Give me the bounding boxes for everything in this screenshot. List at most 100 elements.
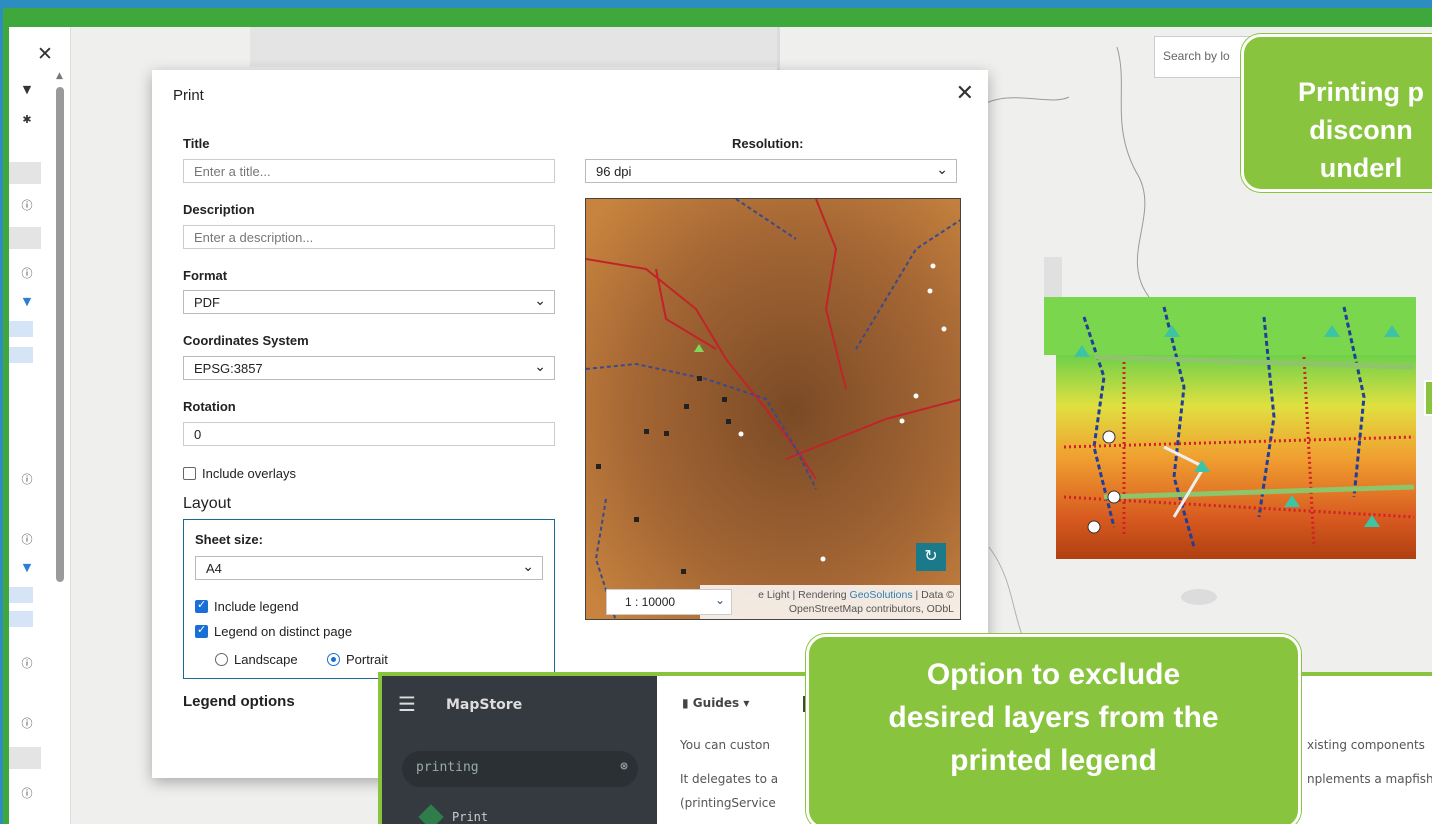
docs-search-value: printing — [416, 760, 479, 775]
guides-label: Guides ▾ — [692, 696, 750, 710]
docs-result-item[interactable]: Print — [418, 804, 489, 824]
docs-sidebar: ☰ MapStore printing ⊗ Print — [382, 676, 657, 824]
resolution-label: Resolution: — [732, 136, 804, 151]
toc-layer-selected[interactable] — [9, 347, 33, 363]
checkbox-box[interactable] — [195, 623, 208, 638]
filter-icon[interactable]: ▼ — [9, 295, 45, 308]
close-icon[interactable]: ✕ — [956, 80, 974, 106]
filter-icon[interactable]: ▼ — [9, 83, 45, 96]
portrait-label: Portrait — [346, 652, 388, 667]
checkbox-box[interactable] — [195, 598, 208, 613]
map-raster-layer — [1044, 297, 1416, 559]
landscape-radio[interactable]: Landscape — [215, 652, 298, 667]
rotation-label: Rotation — [183, 399, 236, 414]
docs-paragraph: It delegates to a — [680, 772, 779, 786]
class-icon — [418, 804, 444, 824]
toc-group-bar — [9, 227, 41, 249]
callout-bottom: Option to exclude desired layers from th… — [806, 634, 1301, 824]
scroll-up-icon[interactable]: ▲ — [56, 71, 63, 81]
crs-value: EPSG:3857 — [194, 361, 263, 376]
toc-layer-selected[interactable] — [9, 321, 33, 337]
docs-result-label: Print — [452, 810, 489, 824]
format-select[interactable]: PDF ⌄ — [183, 290, 555, 314]
chevron-down-icon: ⌄ — [534, 292, 546, 308]
docs-paragraph: nplements a mapfish — [1307, 772, 1432, 786]
include-legend-label: Include legend — [214, 599, 299, 614]
toc-layer-selected[interactable] — [9, 587, 33, 603]
chevron-down-icon: ⌄ — [522, 558, 534, 574]
info-icon[interactable]: ⓘ — [9, 265, 45, 281]
legend-distinct-page-checkbox[interactable]: Legend on distinct page — [195, 623, 353, 639]
hamburger-icon[interactable]: ☰ — [398, 692, 416, 716]
info-icon[interactable]: ⓘ — [9, 471, 45, 487]
callout-line: disconn — [1309, 115, 1413, 145]
chevron-down-icon: ⌄ — [936, 161, 948, 177]
docs-brand[interactable]: MapStore — [446, 697, 522, 713]
callout-line: Printing p — [1298, 77, 1424, 107]
layout-heading: Layout — [183, 495, 232, 512]
docs-paragraph: xisting components — [1307, 738, 1425, 752]
guides-menu[interactable]: ▮ Guides ▾ — [682, 696, 749, 710]
toc-panel: ✕ ▼ ✱ ⓘ ⓘ ▼ ⓘ ⓘ ▼ ⓘ ⓘ ⓘ ▲ — [9, 27, 71, 824]
scale-value: 1 : 10000 — [625, 595, 676, 609]
preview-terrain — [586, 199, 960, 619]
info-icon[interactable]: ⓘ — [9, 785, 45, 801]
landscape-label: Landscape — [234, 652, 298, 667]
include-legend-checkbox[interactable]: Include legend — [195, 598, 299, 614]
resolution-select[interactable]: 96 dpi ⌄ — [585, 159, 957, 183]
attribution-text: OpenStreetMap contributors, ODbL — [788, 603, 954, 615]
callout-line: underl — [1319, 153, 1403, 183]
docs-paragraph: You can custon — [680, 738, 770, 752]
toc-close-icon[interactable]: ✕ — [37, 43, 53, 65]
map-strip — [250, 27, 780, 67]
info-icon[interactable]: ⓘ — [9, 715, 45, 731]
toc-layer-selected[interactable] — [9, 611, 33, 627]
sheet-size-select[interactable]: A4 ⌄ — [195, 556, 543, 580]
info-icon[interactable]: ⓘ — [9, 531, 45, 547]
toc-group-bar — [9, 747, 41, 769]
include-overlays-checkbox[interactable]: Include overlays — [183, 466, 296, 481]
legend-options-heading[interactable]: Legend options — [183, 693, 295, 710]
format-value: PDF — [194, 295, 220, 310]
attribution-link[interactable]: GeoSolutions — [850, 589, 913, 601]
dialog-title: Print — [173, 87, 204, 104]
callout-line: desired layers from the — [888, 701, 1219, 734]
refresh-icon[interactable]: ↻ — [916, 543, 946, 571]
attribution-text: e Light | Rendering — [758, 589, 850, 601]
title-label: Title — [183, 136, 210, 151]
portrait-radio[interactable]: Portrait — [327, 652, 388, 667]
toc-group-bar — [9, 162, 41, 184]
scale-select[interactable]: 1 : 10000 ⌄ — [606, 589, 732, 615]
info-icon[interactable]: ⓘ — [9, 655, 45, 671]
callout-top: Printing p disconn underl — [1241, 34, 1432, 192]
chevron-down-icon: ⌄ — [534, 358, 546, 374]
print-preview-map[interactable]: ↻ e Light | Rendering GeoSolutions | Dat… — [585, 198, 961, 620]
chevron-down-icon: ⌄ — [714, 593, 725, 607]
radio-dot[interactable] — [215, 653, 228, 666]
crs-select[interactable]: EPSG:3857 ⌄ — [183, 356, 555, 380]
docs-paragraph: (printingService — [680, 796, 776, 810]
radio-dot[interactable] — [327, 653, 340, 666]
rotation-input[interactable]: 0 — [183, 422, 555, 446]
include-overlays-label: Include overlays — [202, 466, 296, 481]
callout-edge — [1424, 380, 1432, 416]
checkbox-box[interactable] — [183, 467, 196, 480]
gear-icon[interactable]: ✱ — [9, 113, 45, 126]
clear-icon[interactable]: ⊗ — [620, 759, 628, 774]
callout-line: printed legend — [950, 744, 1157, 777]
legend-distinct-page-label: Legend on distinct page — [214, 624, 353, 639]
map-attribution: e Light | Rendering GeoSolutions | Data … — [700, 585, 960, 619]
sheet-size-value: A4 — [206, 561, 222, 576]
toc-scrollbar[interactable] — [56, 87, 64, 582]
filter-icon[interactable]: ▼ — [9, 561, 45, 574]
description-label: Description — [183, 202, 255, 217]
resolution-value: 96 dpi — [596, 164, 632, 179]
callout-line: Option to exclude — [926, 658, 1181, 691]
crs-label: Coordinates System — [183, 333, 309, 348]
title-input[interactable]: Enter a title... — [183, 159, 555, 183]
sheet-size-label: Sheet size: — [195, 532, 263, 547]
format-label: Format — [183, 268, 228, 283]
description-textarea[interactable]: Enter a description... — [183, 225, 555, 249]
info-icon[interactable]: ⓘ — [9, 197, 45, 213]
docs-search-input[interactable]: printing ⊗ — [402, 751, 638, 787]
